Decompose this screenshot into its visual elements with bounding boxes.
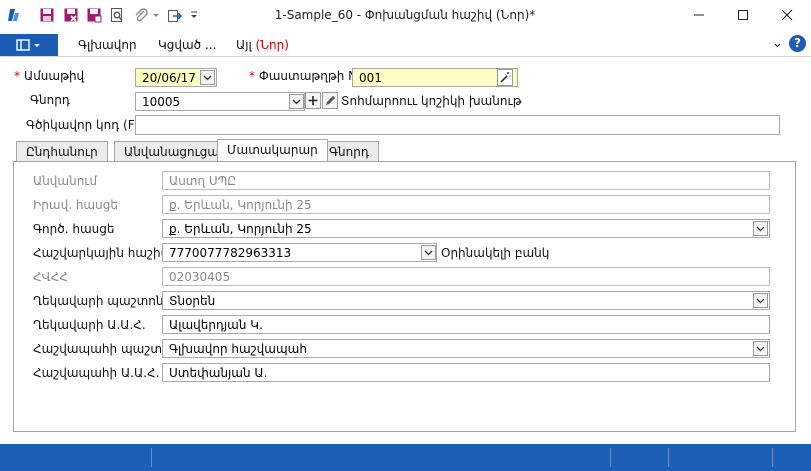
director-position-label: Ղեկավարի պաշտոն: [33, 294, 164, 308]
tax-id-value: 02030405: [169, 270, 231, 284]
comment-field[interactable]: [135, 115, 780, 135]
bank-name: Օրինակելի բանկ: [441, 246, 550, 260]
menu-other[interactable]: Այլ (Նոր): [236, 38, 289, 52]
accountant-name-value: Ստեփանյան Ա.: [169, 366, 268, 380]
tax-id-field: 02030405: [162, 267, 770, 286]
doc-number-generate-button[interactable]: [497, 69, 513, 86]
doc-number-label-text: Փաստաթղթի N: [259, 69, 358, 83]
accountant-position-value: Գլխավոր հաշվապահ: [169, 342, 307, 356]
save-as-icon[interactable]: [86, 7, 102, 23]
date-dropdown-button[interactable]: [200, 70, 215, 85]
legal-address-label: Իրավ. հասցե: [33, 198, 118, 212]
settlement-account-label: Հաշվարկային հաշիվ: [33, 246, 169, 260]
print-preview-icon[interactable]: [109, 7, 125, 23]
settlement-account-dropdown-button[interactable]: [421, 245, 436, 260]
date-value: 20/06/17: [142, 71, 196, 85]
app-menu-button[interactable]: [0, 34, 58, 56]
branch-label: Գնորդ: [30, 93, 70, 107]
status-bar: [0, 444, 811, 471]
app-logo-icon: [6, 7, 22, 23]
settlement-account-value: 7770077782963313: [169, 246, 292, 260]
branch-edit-button[interactable]: [322, 92, 338, 109]
quick-access-dropdown-icon[interactable]: [190, 7, 198, 23]
save-and-close-icon[interactable]: [63, 7, 79, 23]
status-separator: [772, 448, 773, 467]
director-position-dropdown-button[interactable]: [753, 293, 768, 308]
date-label: * Ամսաթիվ: [14, 69, 84, 83]
business-address-dropdown-button[interactable]: [753, 221, 768, 236]
director-position-select[interactable]: Տնօրեն: [162, 291, 770, 310]
legal-address-value: ք. Երևան, Կորյունի 25: [169, 198, 312, 212]
director-position-value: Տնօրեն: [169, 294, 216, 308]
accountant-name-field[interactable]: Ստեփանյան Ա.: [162, 363, 770, 382]
supplier-name-label: Անվանում: [33, 174, 98, 188]
branch-field[interactable]: 10005: [135, 92, 305, 111]
comment-label: Գծիկավոր կոդ (F2): [26, 118, 147, 132]
close-button[interactable]: [765, 3, 809, 27]
branch-dropdown-button[interactable]: [289, 94, 304, 109]
branch-add-button[interactable]: [305, 92, 321, 109]
director-name-value: Ալավերդյան Կ.: [169, 318, 263, 332]
accountant-position-dropdown-button[interactable]: [753, 341, 768, 356]
branch-value: 10005: [142, 95, 181, 109]
branch-description: Տոհմարոոււ կոշիկի խանութ: [341, 94, 522, 108]
attach-dropdown-icon[interactable]: [152, 7, 160, 23]
help-icon[interactable]: ?: [789, 35, 806, 52]
doc-number-value: 001: [359, 71, 382, 85]
attach-icon[interactable]: [133, 7, 149, 23]
accountant-name-label: Հաշվապահի Ա.Ա.Հ.: [33, 366, 160, 380]
title-bar: 1-Sample_60 - Փոխանցման հաշիվ (Նոր)*: [0, 0, 811, 31]
collapse-ribbon-icon[interactable]: ⌄: [772, 36, 783, 51]
supplier-name-field: Աստղ ՍՊԸ: [162, 171, 770, 190]
date-label-text: Ամսաթիվ: [24, 69, 85, 83]
supplier-name-value: Աստղ ՍՊԸ: [169, 174, 237, 188]
menu-other-label: Այլ: [236, 38, 252, 52]
settlement-account-select[interactable]: 7770077782963313: [162, 243, 437, 262]
business-address-value: ք. Երևան, Կորյունի 25: [169, 222, 312, 236]
doc-number-field[interactable]: 001: [352, 68, 518, 87]
accountant-position-label: Հաշվապահի պաշտոն: [33, 342, 178, 356]
required-marker: *: [14, 69, 20, 83]
doc-number-label: * Փաստաթղթի N: [249, 69, 357, 83]
save-icon[interactable]: [39, 7, 55, 23]
status-separator: [610, 448, 611, 467]
business-address-select[interactable]: ք. Երևան, Կորյունի 25: [162, 219, 770, 238]
business-address-label: Գործ. հասցե: [33, 222, 115, 236]
director-name-field[interactable]: Ալավերդյան Կ.: [162, 315, 770, 334]
window-title: 1-Sample_60 - Փոխանցման հաշիվ (Նոր)*: [274, 8, 536, 22]
tax-id-label: ՀՎՀՀ: [33, 270, 68, 284]
tab-buyer[interactable]: Գնորդ: [319, 141, 379, 162]
tab-supplier[interactable]: Մատակարար: [217, 139, 328, 161]
menu-attached[interactable]: Կցված ...: [158, 38, 216, 52]
director-name-label: Ղեկավարի Ա.Ա.Հ.: [33, 318, 146, 332]
menu-new-badge: (Նոր): [255, 38, 289, 52]
required-marker: *: [249, 69, 255, 83]
export-icon[interactable]: [167, 7, 183, 23]
tab-general[interactable]: Ընդհանուր: [16, 141, 108, 162]
maximize-button[interactable]: [721, 3, 765, 27]
menu-main[interactable]: Գլխավոր: [78, 38, 137, 52]
status-separator: [668, 448, 669, 467]
legal-address-field: ք. Երևան, Կորյունի 25: [162, 195, 770, 214]
status-separator: [151, 448, 152, 467]
minimize-button[interactable]: [677, 3, 721, 27]
ribbon-menu-bar: Գլխավոր Կցված ... Այլ (Նոր) ⌄ ?: [0, 33, 811, 57]
accountant-position-select[interactable]: Գլխավոր հաշվապահ: [162, 339, 770, 358]
